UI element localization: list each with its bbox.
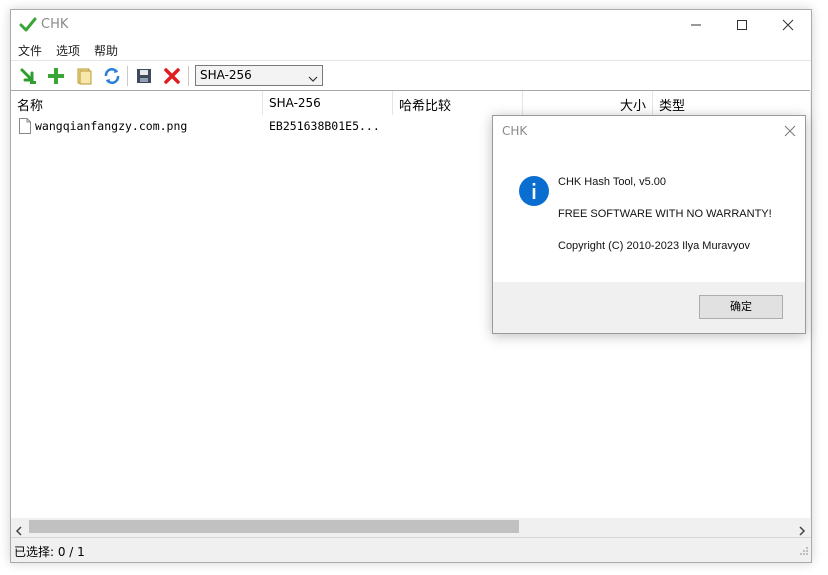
- refresh-button[interactable]: [101, 65, 123, 87]
- toolbar: SHA-256: [11, 60, 811, 91]
- column-header-type[interactable]: 类型: [653, 91, 810, 115]
- column-header-label: 类型: [659, 99, 686, 114]
- column-header-label: SHA-256: [269, 96, 321, 110]
- menu-file[interactable]: 文件: [18, 42, 42, 59]
- open-icon: [20, 68, 36, 84]
- checkmark-icon: [19, 16, 37, 34]
- column-header-hash[interactable]: SHA-256: [263, 91, 393, 115]
- column-header-size[interactable]: 大小: [523, 91, 653, 115]
- menu-bar: 文件 选项 帮助: [11, 40, 811, 60]
- refresh-icon: [104, 68, 120, 84]
- menu-options[interactable]: 选项: [56, 42, 80, 59]
- delete-button[interactable]: [161, 65, 183, 87]
- file-name: wangqianfangzy.com.png: [35, 119, 188, 133]
- status-text: 已选择: 0 / 1: [14, 545, 85, 559]
- file-hash: EB251638B01E5...: [269, 119, 380, 133]
- maximize-button[interactable]: [719, 10, 765, 40]
- add-button[interactable]: [45, 65, 67, 87]
- resize-grip-icon[interactable]: [799, 541, 809, 560]
- info-icon: [519, 176, 549, 206]
- title-bar: CHK: [11, 10, 811, 40]
- open-button[interactable]: [17, 65, 39, 87]
- toolbar-separator: [127, 66, 128, 86]
- scrollbar-thumb[interactable]: [29, 520, 519, 533]
- add-icon: [48, 68, 64, 84]
- window-title: CHK: [41, 17, 69, 32]
- save-button[interactable]: [133, 65, 155, 87]
- column-header-name[interactable]: 名称: [11, 91, 263, 115]
- minimize-button[interactable]: [673, 10, 719, 40]
- add-folder-button[interactable]: [73, 65, 95, 87]
- column-header-label: 大小: [619, 99, 646, 114]
- column-header-label: 哈希比较: [399, 99, 452, 114]
- dialog-footer: 确定: [493, 282, 805, 333]
- chevron-down-icon: [308, 69, 318, 88]
- ok-button[interactable]: 确定: [699, 295, 783, 319]
- dialog-title: CHK: [502, 124, 528, 138]
- dialog-close-icon[interactable]: [783, 123, 799, 139]
- dialog-copyright-text: Copyright (C) 2010-2023 Ilya Muravyov: [558, 240, 750, 252]
- horizontal-scrollbar[interactable]: [11, 518, 810, 536]
- status-bar: 已选择: 0 / 1: [11, 537, 811, 562]
- menu-help[interactable]: 帮助: [94, 42, 118, 59]
- about-dialog: CHK CHK Hash Tool, v5.00 FREE SOFTWARE W…: [492, 115, 806, 334]
- delete-icon: [164, 68, 180, 84]
- file-icon: [18, 118, 32, 138]
- dialog-version-text: CHK Hash Tool, v5.00: [558, 176, 667, 188]
- close-button[interactable]: [765, 10, 811, 40]
- folder-icon: [77, 68, 92, 85]
- dialog-warranty-text: FREE SOFTWARE WITH NO WARRANTY!: [558, 208, 772, 220]
- algorithm-select[interactable]: SHA-256: [195, 65, 323, 86]
- column-header-label: 名称: [17, 99, 44, 114]
- algorithm-select-value: SHA-256: [200, 68, 252, 82]
- column-header-compare[interactable]: 哈希比较: [393, 91, 523, 115]
- toolbar-separator: [188, 66, 189, 86]
- save-icon: [137, 69, 151, 83]
